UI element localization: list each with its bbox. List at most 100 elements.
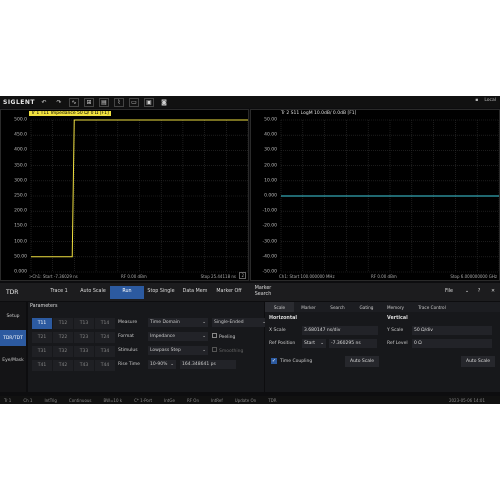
marker-icon[interactable]: ∿ (69, 97, 79, 107)
left-y-tick: 100.0 (14, 239, 27, 245)
right-y-tick: 50.00 (264, 117, 277, 123)
tab-scale[interactable]: Scale (265, 302, 294, 312)
file-chevron-icon[interactable]: ⌄ (462, 289, 472, 295)
tparam-t22[interactable]: T22 (53, 332, 73, 343)
tparam-t42[interactable]: T42 (53, 360, 73, 371)
calibrate-icon[interactable]: ▤ (99, 97, 109, 107)
left-y-tick: 500.0 (14, 117, 27, 123)
tparam-t23[interactable]: T23 (74, 332, 94, 343)
format-value: Impedance (150, 334, 176, 339)
redo-icon[interactable]: ↷ (54, 98, 64, 107)
status-item: TDR (268, 397, 277, 403)
side-eye-mask[interactable]: Eye/Mask (0, 352, 26, 368)
marker-off-button[interactable]: Marker Off (212, 289, 246, 295)
tparam-t41[interactable]: T41 (32, 360, 52, 371)
vertical-header: Vertical (387, 316, 408, 321)
status-item: Tr 1 (4, 397, 12, 403)
right-y-tick: 30.00 (264, 147, 277, 153)
tparam-t24[interactable]: T24 (95, 332, 115, 343)
trace-icon[interactable]: ⌇ (114, 97, 124, 107)
tparam-t21[interactable]: T21 (32, 332, 52, 343)
run-button[interactable]: Run (110, 285, 144, 299)
display-icon[interactable]: ▭ (129, 97, 139, 107)
trace2-label[interactable]: Tr 2 S11 LogM 10.0dB/ 0.0dB [F1] (279, 111, 358, 116)
peeling-label: Peeling (219, 335, 236, 340)
s11-logmag-plot[interactable]: 50.00 40.00 30.00 20.00 10.00 0.000 -10.00 -20.… (250, 109, 500, 281)
rise-time-label: Rise Time (118, 362, 140, 367)
menu-title: TDR (6, 288, 19, 296)
tparam-t31[interactable]: T31 (32, 346, 52, 357)
tparam-t33[interactable]: T33 (74, 346, 94, 357)
status-item: RF On (186, 397, 199, 403)
parameters-panel: Parameters T11 T12 T13 T14 T21 T22 T23 T24 T31 T3… (28, 302, 268, 392)
refpos-select[interactable]: Start ⌄ (302, 339, 326, 348)
tparam-t44[interactable]: T44 (95, 360, 115, 371)
left-marker-badge[interactable]: 2 (239, 272, 246, 279)
format-select[interactable]: Impedance ⌄ (148, 332, 208, 341)
refpos-input[interactable]: -7.360295 ns (329, 339, 377, 348)
tparam-t14[interactable]: T14 (95, 318, 115, 329)
peeling-checkbox[interactable]: Peeling (212, 333, 235, 340)
horizontal-header: Horizontal (269, 316, 297, 321)
rise-pct-select[interactable]: 10-90% ⌄ (148, 360, 176, 369)
xscale-row: X Scale 3.680147 ns/div (269, 326, 378, 335)
side-tdr-tdt[interactable]: TDR/TDT (0, 330, 26, 346)
tparam-grid: T11 T12 T13 T14 T21 T22 T23 T24 T31 T32 T33 T34 T41 T… (32, 318, 115, 371)
tparam-t11[interactable]: T11 (32, 318, 52, 329)
tab-search[interactable]: Search (323, 305, 352, 310)
setup-icon[interactable]: ▣ (144, 97, 154, 107)
refpos-select-value: Start (304, 341, 315, 346)
trace1-label[interactable]: Tr 1 T11 Impedance 50 Ω/ 0 Ω [F1] (29, 111, 111, 116)
yscale-row: Y Scale 50 Ω/div (387, 326, 492, 335)
measure-label: Measure (118, 320, 138, 325)
file-menu[interactable]: File (436, 289, 462, 295)
measure-select[interactable]: Time Domain ⌄ (148, 318, 208, 327)
tab-gating[interactable]: Gating (352, 305, 381, 310)
help-icon[interactable]: ? (472, 289, 486, 295)
right-y-tick: -50.00 (262, 269, 277, 275)
auto-scale-vertical-button[interactable]: Auto Scale (461, 356, 495, 367)
time-coupling-label: Time Coupling (280, 358, 313, 364)
tparam-t32[interactable]: T32 (53, 346, 73, 357)
stimulus-select[interactable]: Lowpass Step ⌄ (148, 346, 208, 355)
analyzer-screen: SIGLENT ↶ ↷ ∿ ⊞ ▤ ⌇ ▭ ▣ ◙ ▪ Local 500.0 4… (0, 96, 500, 404)
tab-marker[interactable]: Marker (294, 305, 323, 310)
tparam-t13[interactable]: T13 (74, 318, 94, 329)
tparam-t43[interactable]: T43 (74, 360, 94, 371)
right-y-tick: 20.00 (264, 163, 277, 169)
parameters-title: Parameters (30, 304, 58, 309)
yscale-input[interactable]: 50 Ω/div (412, 326, 492, 335)
status-item: Update On (234, 397, 257, 403)
time-coupling-checkbox[interactable]: ✓ Time Coupling (271, 358, 312, 364)
left-footer-center: RF 0.00 dBm (121, 274, 147, 279)
tab-memory[interactable]: Memory (381, 305, 410, 310)
mode-select[interactable]: Single-Ended⌄ (212, 318, 268, 327)
right-y-axis: 50.00 40.00 30.00 20.00 10.00 0.000 -10.00 -20.… (251, 110, 279, 280)
smoothing-checkbox[interactable]: Smoothing (212, 347, 243, 354)
tparam-t34[interactable]: T34 (95, 346, 115, 357)
side-setup[interactable]: Setup (0, 308, 26, 324)
undo-icon[interactable]: ↶ (39, 98, 49, 107)
scale-tabs: Scale Marker Search Gating Memory Trace Contr… (265, 302, 500, 312)
tdr-side-nav: Setup TDR/TDT Eye/Mask (0, 302, 26, 392)
trace-select-button[interactable]: Trace 1 (42, 289, 76, 295)
auto-scale-horizontal-button[interactable]: Auto Scale (345, 356, 379, 367)
measure-icon[interactable]: ⊞ (84, 97, 94, 107)
format-label: Format (118, 334, 134, 339)
left-footer-stop: Stop 25.44118 ns (200, 274, 236, 279)
left-y-tick: 150.0 (14, 223, 27, 229)
chevron-down-icon: ⌄ (202, 348, 206, 353)
tab-trace-control[interactable]: Trace Control (410, 305, 454, 310)
marker-search-button[interactable]: Marker Search (246, 286, 280, 298)
rise-time-input[interactable]: 164.348641 ps (180, 360, 236, 369)
close-icon[interactable]: ✕ (486, 289, 500, 295)
right-y-tick: -20.00 (262, 223, 277, 229)
stop-single-button[interactable]: Stop Single (144, 289, 178, 295)
tparam-t12[interactable]: T12 (53, 318, 73, 329)
xscale-input[interactable]: 3.680147 ns/div (302, 326, 378, 335)
data-mem-button[interactable]: Data Mem (178, 289, 212, 295)
screenshot-icon[interactable]: ◙ (159, 98, 169, 107)
tdr-impedance-plot[interactable]: 500.0 450.0 400.0 350.0 300.0 250.0 200.0 150.0… (0, 109, 249, 281)
reflevel-input[interactable]: 0 Ω (412, 339, 492, 348)
auto-scale-button[interactable]: Auto Scale (76, 289, 110, 295)
